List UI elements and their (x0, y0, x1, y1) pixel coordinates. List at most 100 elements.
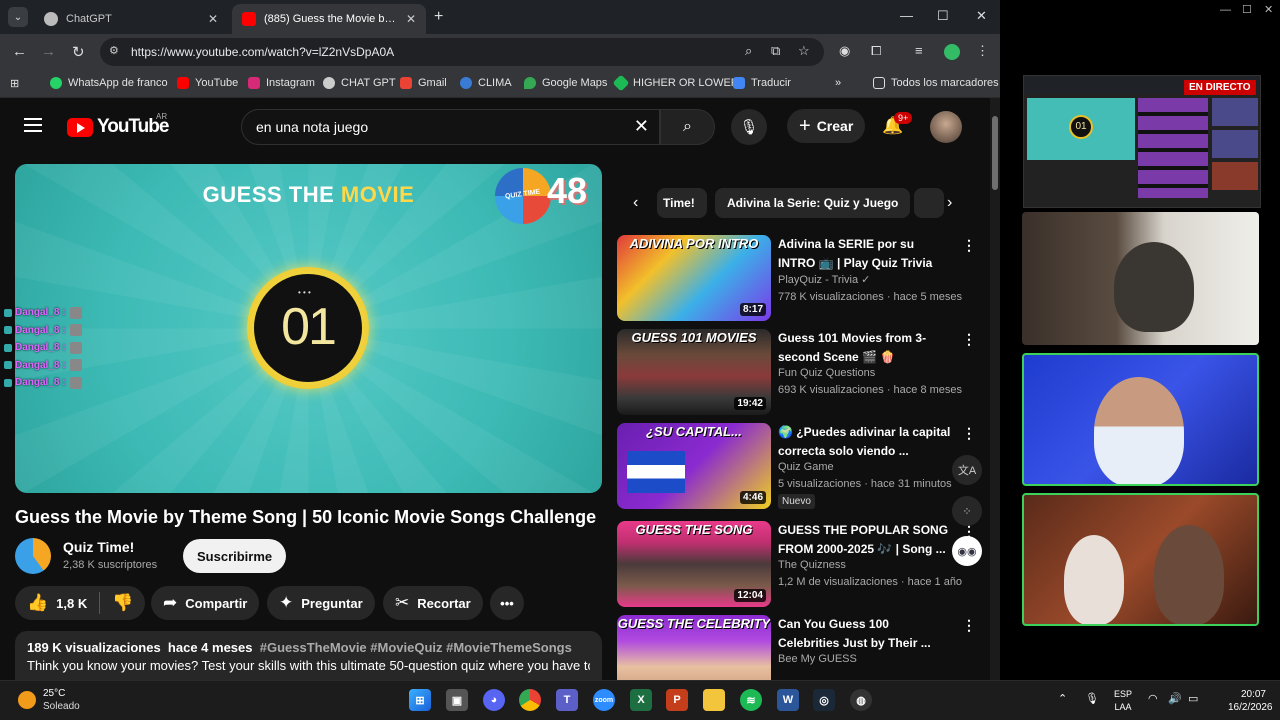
maximize-icon[interactable]: ☐ (1242, 3, 1252, 16)
thumbs-up-icon[interactable]: 👍 (27, 593, 48, 613)
more-bookmarks-icon[interactable]: » (835, 77, 841, 89)
tab-youtube[interactable]: (885) Guess the Movie by Theme Song ✕ (232, 4, 426, 34)
reload-icon[interactable]: ↻ (72, 43, 85, 61)
voice-search-icon[interactable]: 🎙 (731, 109, 767, 145)
bookmark-gmail[interactable]: Gmail (400, 77, 447, 89)
bookmark-chatgpt[interactable]: CHAT GPT (323, 77, 396, 89)
more-options-icon[interactable]: ⋮ (962, 617, 976, 634)
obs-icon[interactable]: ◍ (850, 689, 872, 711)
more-options-icon[interactable]: ⋮ (962, 331, 976, 348)
video-channel[interactable]: Quiz Game (778, 461, 953, 473)
recommended-video[interactable]: ¿SU CAPITAL... 4:46 🌍 ¿Puedes adivinar l… (617, 423, 977, 509)
file-explorer-icon[interactable] (703, 689, 725, 711)
spotify-icon[interactable]: ≋ (740, 689, 762, 711)
bookmark-maps[interactable]: Google Maps (524, 77, 607, 89)
video-channel[interactable]: Fun Quiz Questions (778, 367, 953, 379)
chrome-icon[interactable] (519, 689, 541, 711)
search-input[interactable]: en una nota juego ✕ (241, 109, 660, 145)
channel-avatar[interactable] (15, 538, 51, 574)
video-title[interactable]: Guess 101 Movies from 3-second Scene 🎬 🍿 (778, 329, 953, 366)
ask-button[interactable]: ✦ Preguntar (267, 586, 375, 620)
more-options-icon[interactable]: ⋮ (962, 237, 976, 254)
powerpoint-icon[interactable]: P (666, 689, 688, 711)
cast-icon[interactable]: ⧉ (771, 43, 780, 59)
close-window-icon[interactable]: ✕ (1264, 3, 1273, 16)
sun-weather-icon[interactable] (18, 691, 36, 709)
tab-search-icon[interactable]: ⌄ (8, 7, 28, 27)
wifi-icon[interactable]: ◠ (1148, 692, 1158, 705)
video-thumbnail[interactable]: ADIVINA POR INTRO 8:17 (617, 235, 771, 321)
new-tab-icon[interactable]: + (434, 8, 443, 26)
close-tab-icon[interactable]: ✕ (208, 12, 218, 26)
teams-icon[interactable]: T (556, 689, 578, 711)
account-avatar[interactable] (930, 111, 962, 143)
chip-item[interactable] (914, 188, 944, 218)
recommended-video[interactable]: ADIVINA POR INTRO 8:17 Adivina la SERIE … (617, 235, 977, 321)
excel-icon[interactable]: X (630, 689, 652, 711)
chip-item[interactable]: Adivina la Serie: Quiz y Juego (715, 188, 911, 218)
bookmark-higher-lower[interactable]: HIGHER OR LOWER (612, 74, 739, 92)
start-windows-icon[interactable]: ⊞ (409, 689, 431, 711)
like-count[interactable]: 1,8 K (56, 596, 87, 611)
profile-avatar[interactable] (944, 44, 960, 60)
weather-condition[interactable]: Soleado (43, 701, 80, 712)
bookmark-traducir[interactable]: Traducir (733, 77, 791, 89)
tray-overflow-icon[interactable]: ⌃ (1058, 692, 1067, 705)
description-box[interactable]: 189 K visualizaciones hace 4 meses #Gues… (15, 631, 602, 680)
more-actions-button[interactable]: ••• (490, 586, 524, 620)
video-title[interactable]: 🌍 ¿Puedes adivinar la capital correcta s… (778, 423, 953, 460)
video-channel[interactable]: The Quizness (778, 559, 953, 571)
language-indicator[interactable]: ESP LAA (1114, 688, 1132, 714)
menu-icon[interactable]: ⋮ (976, 43, 989, 59)
video-channel[interactable]: Bee My GUESS (778, 653, 953, 665)
search-button[interactable]: ⌕ (660, 109, 715, 145)
hashtags[interactable]: #GuessTheMovie #MovieQuiz #MovieThemeSon… (260, 640, 572, 655)
weather-temp[interactable]: 25°C (43, 688, 65, 699)
task-view-icon[interactable]: ▣ (446, 689, 468, 711)
clear-search-icon[interactable]: ✕ (634, 116, 649, 137)
word-icon[interactable]: W (777, 689, 799, 711)
bookmark-star-icon[interactable]: ☆ (798, 43, 810, 59)
extension-icon[interactable]: ⁘ (952, 496, 982, 526)
recommended-video[interactable]: GUESS THE CELEBRITY Can You Guess 100 Ce… (617, 615, 977, 680)
recommended-video[interactable]: GUESS THE SONG 12:04 GUESS THE POPULAR S… (617, 521, 977, 607)
scrollbar-thumb[interactable] (992, 116, 998, 190)
create-button[interactable]: + Crear (787, 109, 866, 143)
close-tab-icon[interactable]: ✕ (406, 12, 416, 26)
close-window-icon[interactable]: ✕ (976, 8, 987, 24)
bookmark-clima[interactable]: CLIMA (460, 77, 512, 89)
bookmark-whatsapp[interactable]: WhatsApp de franco (50, 77, 168, 89)
zoom-icon[interactable]: ⌕ (745, 43, 752, 59)
video-channel[interactable]: PlayQuiz - Trivia ✓ (778, 273, 953, 286)
back-icon[interactable]: ← (12, 43, 27, 60)
zoom-icon[interactable]: zoom (593, 689, 615, 711)
share-button[interactable]: ➦ Compartir (151, 586, 260, 620)
bookmark-youtube[interactable]: YouTube (177, 77, 238, 89)
chip-next-icon[interactable]: › (947, 194, 952, 212)
all-bookmarks[interactable]: Todos los marcadores (873, 77, 999, 89)
forward-icon[interactable]: → (41, 43, 56, 60)
video-thumbnail[interactable]: GUESS THE SONG 12:04 (617, 521, 771, 607)
maximize-icon[interactable]: ☐ (937, 8, 949, 24)
discord-icon[interactable]: ◕ (483, 689, 505, 711)
video-title[interactable]: GUESS THE POPULAR SONG FROM 2000-2025 🎶 … (778, 521, 953, 558)
video-thumbnail[interactable]: GUESS THE CELEBRITY (617, 615, 771, 680)
video-title[interactable]: Adivina la SERIE por su INTRO 📺 | Play Q… (778, 235, 953, 272)
clip-button[interactable]: ✂ Recortar (383, 586, 483, 620)
clock[interactable]: 20:07 16/2/2026 (1228, 688, 1273, 714)
translate-icon[interactable]: 文A (952, 455, 982, 485)
page-scrollbar[interactable] (990, 98, 1000, 680)
minimize-icon[interactable]: — (900, 8, 913, 23)
assistant-bot-icon[interactable]: ◉◉ (952, 536, 982, 566)
video-title[interactable]: Can You Guess 100 Celebrities Just by Th… (778, 615, 953, 652)
chip-item[interactable]: Time! (657, 188, 707, 218)
microphone-icon[interactable]: 🎙 (1085, 692, 1099, 705)
extension-color-icon[interactable]: ◉ (839, 43, 850, 59)
youtube-logo[interactable]: YouTube (67, 116, 169, 138)
video-thumbnail[interactable]: GUESS 101 MOVIES 19:42 (617, 329, 771, 415)
channel-name[interactable]: Quiz Time! (63, 539, 134, 555)
address-bar[interactable]: ⚙ https://www.youtube.com/watch?v=lZ2nVs… (100, 38, 824, 66)
media-controls-icon[interactable]: ≡ (915, 43, 923, 58)
apps-icon[interactable]: ⊞ (10, 77, 19, 90)
chip-prev-icon[interactable]: ‹ (633, 194, 638, 212)
